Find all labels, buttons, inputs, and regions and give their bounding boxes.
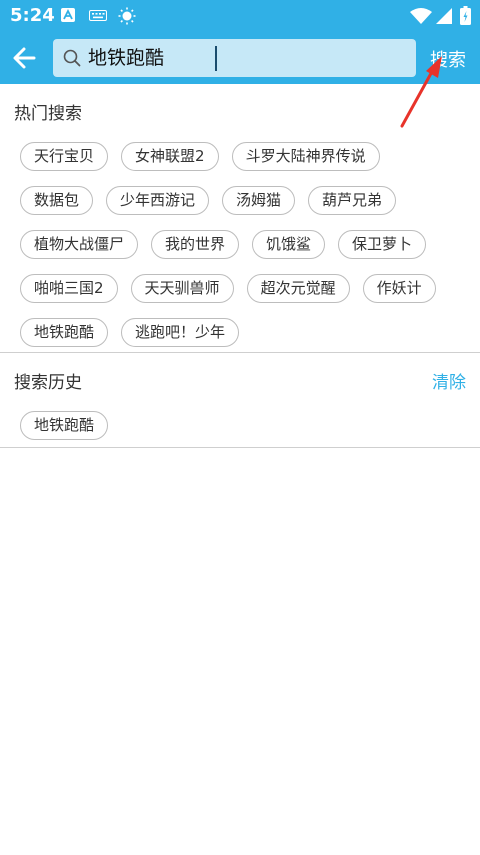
annotation-arrow-icon: [400, 56, 442, 128]
brightness-icon: [118, 7, 136, 25]
hot-search-tag[interactable]: 天行宝贝: [20, 142, 109, 171]
history-title: 搜索历史: [14, 373, 82, 393]
hot-search-tag[interactable]: 天天驯兽师: [130, 274, 234, 303]
status-bar: 5:24: [0, 0, 480, 32]
search-icon: [63, 49, 81, 67]
hot-tag-row: 啪啪三国2 天天驯兽师 超次元觉醒 作妖计: [20, 274, 468, 303]
section-divider: [0, 352, 480, 353]
search-box[interactable]: [53, 39, 416, 77]
app-notification-icon: [61, 8, 75, 22]
hot-search-tag[interactable]: 啪啪三国2: [20, 274, 118, 303]
hot-search-tag[interactable]: 女神联盟2: [121, 142, 219, 171]
back-arrow-icon[interactable]: [8, 40, 44, 76]
history-tag-row: 地铁跑酷: [20, 411, 468, 440]
hot-search-tag[interactable]: 地铁跑酷: [20, 318, 109, 347]
search-input[interactable]: [88, 39, 398, 77]
hot-search-tag[interactable]: 保卫萝卜: [338, 230, 427, 259]
keyboard-icon: [89, 10, 107, 21]
hot-search-tag[interactable]: 逃跑吧！少年: [121, 318, 240, 347]
hot-search-tag[interactable]: 斗罗大陆神界传说: [231, 142, 380, 171]
hot-search-tag[interactable]: 汤姆猫: [222, 186, 296, 215]
hot-search-tag[interactable]: 我的世界: [151, 230, 240, 259]
history-tags: 地铁跑酷: [20, 411, 468, 455]
hot-search-tag[interactable]: 饥饿鲨: [252, 230, 326, 259]
battery-icon: [460, 6, 471, 25]
hot-search-tag[interactable]: 植物大战僵尸: [20, 230, 139, 259]
hot-search-tag[interactable]: 少年西游记: [106, 186, 210, 215]
hot-search-tag[interactable]: 葫芦兄弟: [308, 186, 397, 215]
signal-icon: [436, 8, 452, 24]
hot-search-title: 热门搜索: [14, 104, 82, 124]
hot-search-tag[interactable]: 超次元觉醒: [246, 274, 350, 303]
hot-tag-row: 数据包 少年西游记 汤姆猫 葫芦兄弟: [20, 186, 468, 215]
wifi-icon: [410, 8, 432, 24]
text-caret: [215, 46, 217, 71]
hot-search-tag[interactable]: 数据包: [20, 186, 94, 215]
hot-tag-row: 天行宝贝 女神联盟2 斗罗大陆神界传说: [20, 142, 468, 171]
history-divider: [0, 447, 480, 448]
hot-tag-row: 植物大战僵尸 我的世界 饥饿鲨 保卫萝卜: [20, 230, 468, 259]
history-tag[interactable]: 地铁跑酷: [20, 411, 109, 440]
hot-search-tag[interactable]: 作妖计: [362, 274, 436, 303]
clear-history-button[interactable]: 清除: [432, 368, 466, 393]
hot-tag-row: 地铁跑酷 逃跑吧！少年: [20, 318, 468, 347]
hot-search-tags: 天行宝贝 女神联盟2 斗罗大陆神界传说 数据包 少年西游记 汤姆猫 葫芦兄弟 植物大战僵尸 我的…: [20, 142, 468, 362]
status-time: 5:24: [10, 5, 55, 26]
